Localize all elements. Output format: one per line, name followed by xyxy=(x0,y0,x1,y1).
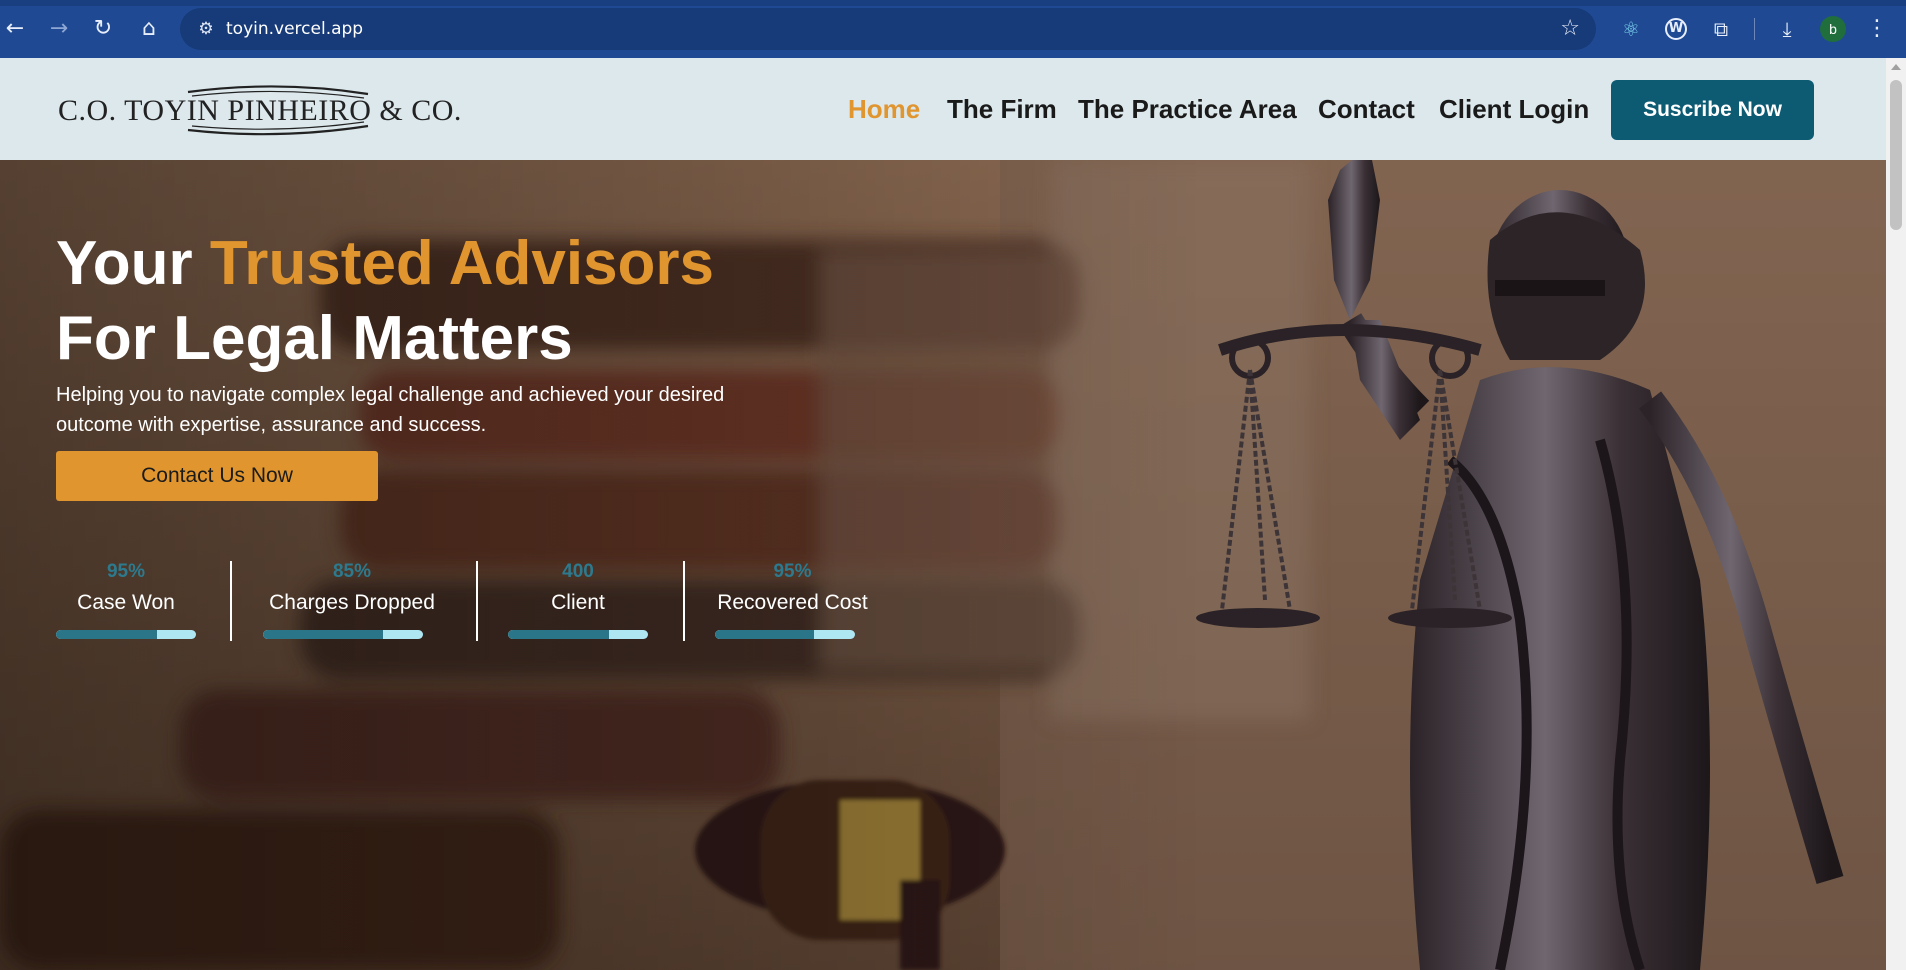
url-text[interactable]: toyin.vercel.app xyxy=(226,19,363,39)
stat-progress-bar xyxy=(715,630,855,639)
stat-value: 95% xyxy=(106,561,146,582)
scrollbar-thumb[interactable] xyxy=(1890,80,1902,230)
nav-client-login[interactable]: Client Login xyxy=(1439,94,1589,125)
nav-practice-area[interactable]: The Practice Area xyxy=(1078,94,1297,125)
extensions-icon[interactable]: ⧉ xyxy=(1707,15,1735,43)
headline-accent: Trusted Advisors xyxy=(209,229,715,298)
hero-subtext: Helping you to navigate complex legal ch… xyxy=(56,384,725,436)
headline-part-1: Your xyxy=(56,229,210,298)
logo-text: C.O. TOYIN PINHEIRO & CO. xyxy=(58,94,462,127)
back-icon[interactable]: ← xyxy=(0,14,30,44)
nav-contact[interactable]: Contact xyxy=(1318,94,1415,125)
stat-label: Charges Dropped xyxy=(269,591,435,614)
download-icon[interactable]: ⤓ xyxy=(1773,15,1801,43)
stat-value: 400 xyxy=(562,561,594,582)
stat-progress-fill xyxy=(715,630,815,639)
contact-us-button[interactable]: Contact Us Now xyxy=(56,451,378,501)
stat-case-won: 95% Case Won xyxy=(56,560,196,639)
nav-the-firm[interactable]: The Firm xyxy=(947,94,1057,125)
site-header: C.O. TOYIN PINHEIRO & CO. Home The Firm … xyxy=(0,58,1886,160)
stat-label: Client xyxy=(551,591,605,614)
stat-progress-fill xyxy=(263,630,383,639)
stat-progress-bar xyxy=(263,630,423,639)
logo[interactable]: C.O. TOYIN PINHEIRO & CO. xyxy=(58,82,461,138)
page-scrollbar[interactable] xyxy=(1886,58,1906,970)
scroll-up-arrow-icon[interactable] xyxy=(1891,64,1901,70)
profile-avatar[interactable]: b xyxy=(1820,16,1846,42)
reload-icon[interactable]: ↻ xyxy=(88,14,118,44)
stat-charges-dropped: 85% Charges Dropped xyxy=(263,560,441,639)
stat-divider xyxy=(230,561,232,641)
wappalyzer-icon[interactable]: W xyxy=(1665,18,1687,40)
stat-divider xyxy=(476,561,478,641)
stat-label: Recovered Cost xyxy=(717,591,868,614)
site-info-icon[interactable]: ⚙ xyxy=(194,17,218,41)
stat-divider xyxy=(683,561,685,641)
stat-progress-fill xyxy=(56,630,157,639)
stat-recovered-cost: 95% Recovered Cost xyxy=(715,560,870,639)
stat-value: 95% xyxy=(773,561,812,582)
headline-line-2: For Legal Matters xyxy=(56,304,573,373)
stat-progress-fill xyxy=(508,630,609,639)
nav-home[interactable]: Home xyxy=(848,94,920,125)
browser-toolbar: ← → ↻ ⌂ ⚙ toyin.vercel.app ☆ ⚛ W ⧉ ⤓ b ⋮ xyxy=(0,0,1906,58)
stat-progress-bar xyxy=(56,630,196,639)
menu-icon[interactable]: ⋮ xyxy=(1866,14,1888,44)
home-icon[interactable]: ⌂ xyxy=(134,14,164,44)
stat-progress-bar xyxy=(508,630,648,639)
stat-label: Case Won xyxy=(77,591,175,614)
headline-line-1: Your Trusted Advisors xyxy=(56,226,714,301)
stat-client: 400 Client xyxy=(508,560,648,639)
tab-strip xyxy=(0,0,1906,6)
address-bar[interactable]: ⚙ toyin.vercel.app ☆ xyxy=(180,8,1596,50)
hero-headline: Your Trusted Advisors For Legal Matters xyxy=(56,226,714,376)
subscribe-button[interactable]: Suscribe Now xyxy=(1611,80,1814,140)
forward-icon[interactable]: → xyxy=(44,14,74,44)
toolbar-separator xyxy=(1754,18,1755,40)
react-devtools-icon[interactable]: ⚛ xyxy=(1617,15,1645,43)
hero-section: Your Trusted Advisors For Legal Matters … xyxy=(0,160,1886,970)
stat-value: 85% xyxy=(332,561,372,582)
bookmark-star-icon[interactable]: ☆ xyxy=(1560,16,1580,42)
